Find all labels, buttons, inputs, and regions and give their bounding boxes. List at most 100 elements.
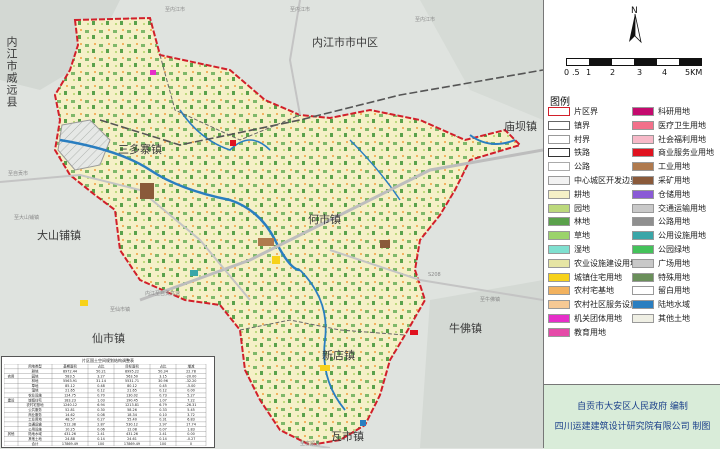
legend-item: 采矿用地 xyxy=(632,175,690,186)
legend-item: 铁路 xyxy=(548,147,590,158)
table-cell: 公用设施 xyxy=(28,426,42,431)
legend-item: 教育用地 xyxy=(548,327,606,338)
table-cell: 58.26 xyxy=(127,408,137,412)
legend-item: 公路 xyxy=(548,161,590,172)
table-cell: 5531.71 xyxy=(125,379,139,383)
legend-item: 商业服务业用地 xyxy=(632,147,714,158)
legend-label: 公路用地 xyxy=(658,217,690,227)
legend-item: 社会福利用地 xyxy=(632,134,706,145)
legend-swatch xyxy=(632,245,654,254)
place-neijiang-weiyuan: 内江市威远县 xyxy=(5,36,18,108)
legend-swatch xyxy=(548,245,570,254)
table-cell: 124.75 xyxy=(64,394,76,398)
place-heshi: 何市镇 xyxy=(308,213,341,226)
legend-swatch xyxy=(548,286,570,296)
table-cell: -26.31 xyxy=(186,403,197,407)
table-cell: 52.81 xyxy=(65,408,75,412)
table-cell: 3.15 xyxy=(159,374,167,378)
scale-bar xyxy=(566,58,702,66)
legend-label: 广场用地 xyxy=(658,258,690,268)
legend-label: 医疗卫生用地 xyxy=(658,120,706,130)
road-label: 至自贡市 xyxy=(8,171,29,177)
table-cell: 55.40 xyxy=(127,418,137,422)
table-header-cell: 占比 xyxy=(160,364,167,369)
table-cell: 48.57 xyxy=(65,418,75,422)
legend-swatch xyxy=(548,258,570,268)
table-cell: 1.03 xyxy=(97,398,105,402)
table-cell: 林地 xyxy=(32,378,39,383)
table-cell: 431.26 xyxy=(126,432,138,436)
table-cell: 0.73 xyxy=(159,394,167,398)
legend-item: 村界 xyxy=(548,134,590,145)
table-cell: 2.41 xyxy=(159,432,167,436)
legend-label: 镇界 xyxy=(574,120,590,130)
legend-label: 采矿用地 xyxy=(658,176,690,185)
legend-label: 农业设施建设用地 xyxy=(574,258,638,268)
place-dashanpu: 大山铺镇 xyxy=(37,229,81,242)
table-cell: -5.00 xyxy=(187,384,196,388)
table-cell: 17.74 xyxy=(186,423,196,427)
scale-tick: 4 xyxy=(662,68,668,77)
table-cell: 1213.81 xyxy=(125,403,139,407)
table-cell: 0.00 xyxy=(187,389,195,393)
legend-item: 机关团体用地 xyxy=(548,313,622,324)
table-cell: 0 xyxy=(190,442,192,446)
table-cell: 8972.44 xyxy=(63,369,77,373)
table-cell: 0.30 xyxy=(97,408,105,412)
legend-swatch xyxy=(548,120,570,130)
table-cell: 100 xyxy=(160,442,166,446)
table-cell: 合计 xyxy=(32,441,39,446)
table-cell: 30.96 xyxy=(158,379,168,383)
table-cell: 公共服务 xyxy=(28,407,42,412)
table-cell: 5563.91 xyxy=(63,379,77,383)
table-cell: 24.88 xyxy=(65,437,75,441)
legend-swatch xyxy=(632,203,654,213)
table-cell: 12.08 xyxy=(127,427,137,431)
legend-label: 湿地 xyxy=(574,245,590,254)
table-header-cell: 增减 xyxy=(188,364,195,369)
legend-item: 其他土地 xyxy=(632,313,690,324)
legend-label: 陆地水域 xyxy=(658,300,690,310)
road-label: 至富顺县 xyxy=(300,441,321,447)
legend-label: 交通运输用地 xyxy=(658,203,706,213)
legend-swatch xyxy=(548,327,570,337)
legend-item: 公用设施用地 xyxy=(632,230,706,241)
table-cell: 园地 xyxy=(32,373,39,378)
legend-label: 村界 xyxy=(574,134,590,144)
place-washi: 瓦市镇 xyxy=(331,430,364,443)
legend-item: 镇界 xyxy=(548,120,590,131)
legend-swatch xyxy=(548,148,570,158)
legend-swatch xyxy=(548,107,570,116)
table-cell: 530.12 xyxy=(126,423,138,427)
place-xianshi: 仙市镇 xyxy=(92,332,125,345)
table-cell: 563.50 xyxy=(126,374,138,378)
table-cell: 512.38 xyxy=(64,423,76,427)
legend-label: 工业用地 xyxy=(658,162,690,172)
legend-item: 留白用地 xyxy=(632,285,690,296)
legend-swatch xyxy=(548,189,570,199)
legend-swatch xyxy=(632,231,654,241)
legend-item: 特殊用地 xyxy=(632,272,690,283)
legend-label: 科研用地 xyxy=(658,107,690,116)
legend-swatch xyxy=(548,162,570,172)
legend-swatch xyxy=(548,231,570,241)
table-cell: 0.10 xyxy=(159,413,167,417)
table-cell: 1.07 xyxy=(159,398,167,402)
road-label: 至内江市 xyxy=(415,17,436,23)
legend-swatch xyxy=(548,203,570,213)
place-niufo: 牛佛镇 xyxy=(449,322,482,335)
table-cell: 5.45 xyxy=(187,408,195,412)
table-cell: 2.87 xyxy=(97,423,105,427)
table-cell: 3.72 xyxy=(187,413,195,417)
legend-item: 湿地 xyxy=(548,244,590,255)
road-label: 至大山铺镇 xyxy=(14,215,40,221)
legend-label: 城镇住宅用地 xyxy=(574,272,622,282)
legend-swatch xyxy=(632,314,654,323)
table-header-cell: 目标面积 xyxy=(125,364,139,369)
legend-item: 城镇住宅用地 xyxy=(548,272,622,283)
table-cell: 0.45 xyxy=(159,384,167,388)
table-cell: 0.33 xyxy=(159,408,167,412)
table-cell: 农业设施 xyxy=(28,393,42,398)
table-cell: 2.41 xyxy=(97,432,105,436)
legend-label: 农村宅基地 xyxy=(574,286,614,296)
